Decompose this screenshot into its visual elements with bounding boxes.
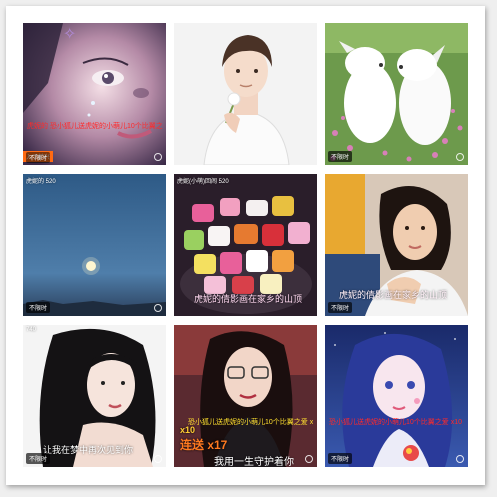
- young-man-image: [174, 23, 317, 165]
- time-limit-badge: 不限时: [328, 453, 353, 464]
- time-limit-badge: 不限时: [328, 302, 353, 313]
- gift-message: 恐小狐儿送虎妮的小萌儿10个比翼之爱 x10: [188, 419, 313, 426]
- tile-top-info: 虎妮的 520: [26, 179, 56, 185]
- video-caption: 我用一生守护着你: [214, 457, 294, 467]
- collage-tile-2[interactable]: [174, 23, 317, 165]
- collage-tile-1[interactable]: ✧ 虎妮的 恐小狐儿送虎妮的小萌儿10个比翼之爱 x10 入了前兴 不限时: [23, 23, 166, 165]
- play-icon: [154, 455, 162, 463]
- fantasy-girl-image: ✧: [23, 23, 166, 165]
- time-limit-badge: 不限时: [26, 302, 51, 313]
- svg-text:✧: ✧: [63, 26, 76, 43]
- time-limit-badge: 不限时: [26, 152, 51, 163]
- collage-tile-5[interactable]: 虎妮(小萌)回闹 520 虎妮的倩影画在家乡的山顶: [174, 174, 317, 316]
- time-limit-badge: 不限时: [328, 151, 353, 162]
- gift-combo: 连送 x17: [180, 438, 228, 452]
- white-puppies-image: [325, 23, 468, 165]
- time-limit-badge: 不限时: [26, 453, 51, 464]
- play-icon: [305, 455, 313, 463]
- collage-tile-4[interactable]: 虎妮的 520 不限时: [23, 174, 166, 316]
- collage-tile-6[interactable]: 虎妮的倩影画在家乡的山顶 不限时: [325, 174, 468, 316]
- collage-tile-8[interactable]: 恐小狐儿送虎妮的小萌儿10个比翼之爱 x10 x10 连送 x17 我用一生守护…: [174, 325, 317, 467]
- anime-girl-image: [325, 325, 468, 467]
- tile-top-info: 虎妮(小萌)回闹 520: [177, 179, 229, 185]
- video-caption: 虎妮的倩影画在家乡的山顶: [339, 290, 448, 300]
- play-icon: [154, 153, 162, 161]
- collage-tile-9[interactable]: 恐小狐儿送虎妮的小萌儿10个比翼之爱 x10 不限时: [325, 325, 468, 467]
- collage-tile-7[interactable]: 740 让我在梦中再次见到你 不限时: [23, 325, 166, 467]
- moon-sky-image: [23, 174, 166, 316]
- collage-frame: ✧ 虎妮的 恐小狐儿送虎妮的小萌儿10个比翼之爱 x10 入了前兴 不限时: [6, 6, 485, 485]
- gift-message: 恐小狐儿送虎妮的小萌儿10个比翼之爱 x10: [329, 419, 463, 426]
- play-icon: [456, 153, 464, 161]
- tile-top-info: 740: [26, 327, 37, 333]
- video-caption: 让我在梦中再次见到你: [43, 445, 134, 455]
- gift-message: 虎妮的 恐小狐儿送虎妮的小萌儿10个比翼之爱 x10: [27, 123, 162, 130]
- collage-tile-3[interactable]: 不限时: [325, 23, 468, 165]
- play-icon: [154, 304, 162, 312]
- video-caption: 虎妮的倩影画在家乡的山顶: [194, 294, 303, 304]
- play-icon: [456, 455, 464, 463]
- gift-count: x10: [180, 425, 196, 435]
